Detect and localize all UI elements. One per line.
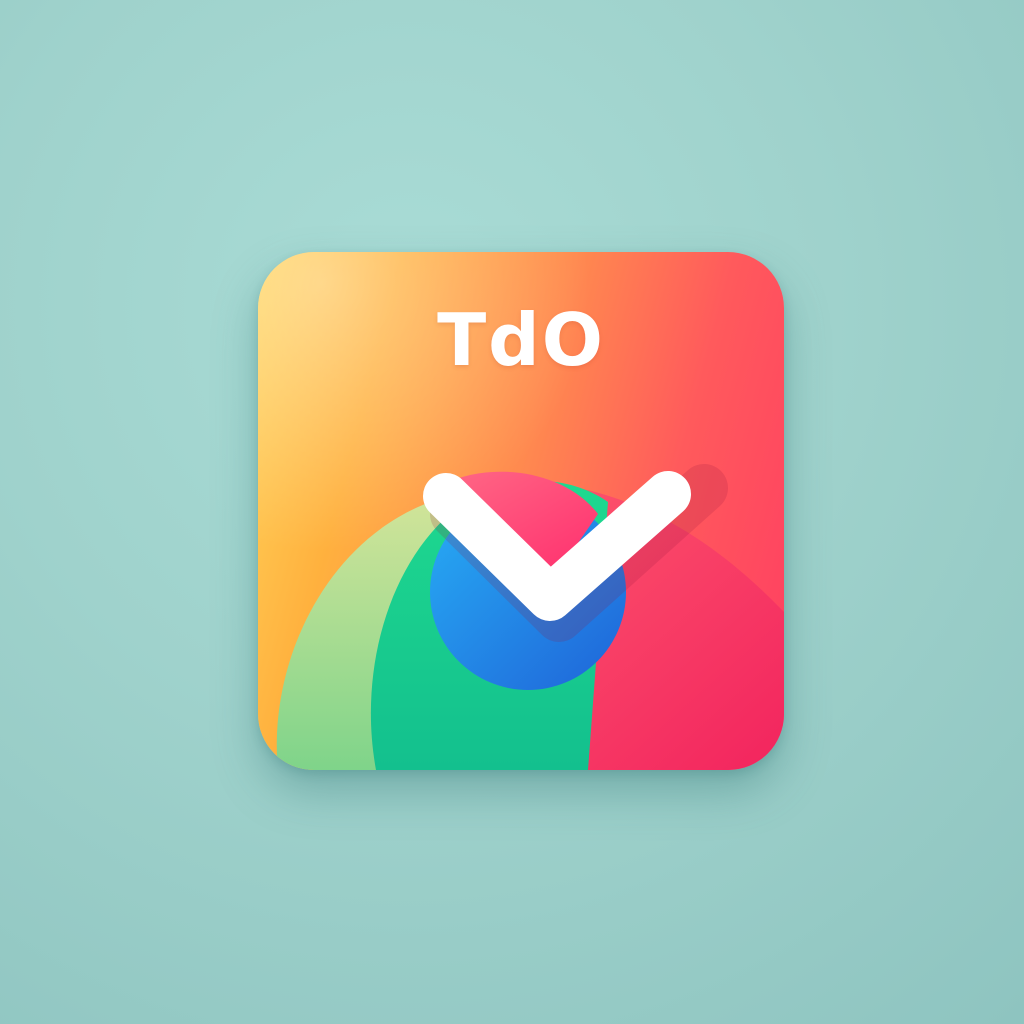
app-wordmark: TdO <box>437 298 605 382</box>
app-icon[interactable]: TdO <box>258 252 784 770</box>
